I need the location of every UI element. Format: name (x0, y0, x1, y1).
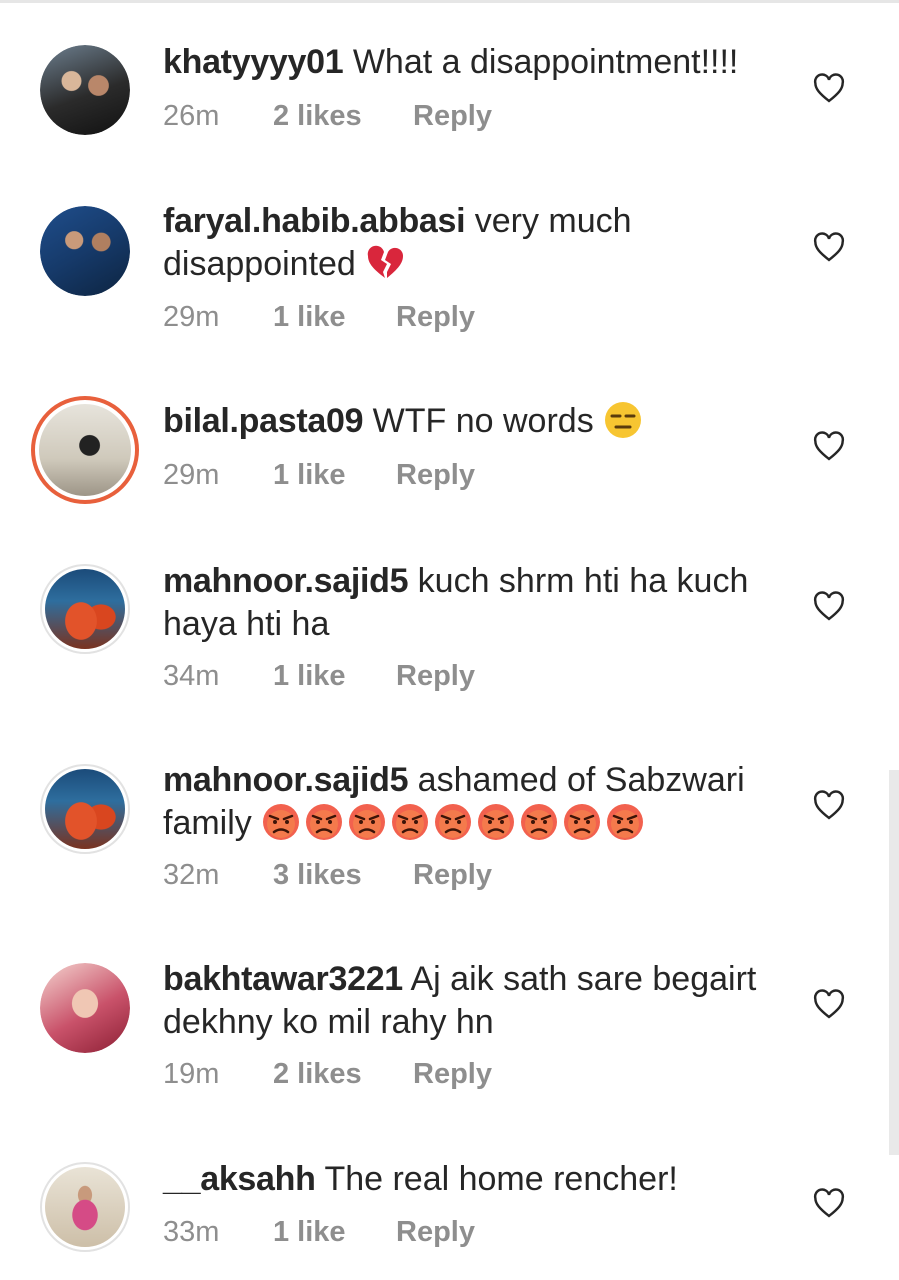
reply-button[interactable]: Reply (396, 1212, 475, 1252)
comment-username[interactable]: khatyyyy01 (163, 43, 344, 81)
comment-time: 29m (163, 459, 220, 491)
broken-heart-icon (368, 245, 404, 278)
avatar[interactable] (40, 45, 130, 135)
angry-face-icon (521, 804, 558, 840)
comment-likes[interactable]: 2 likes (273, 1054, 413, 1094)
comment-likes[interactable]: 1 like (273, 1212, 396, 1252)
top-divider (0, 0, 899, 3)
heart-outline-icon[interactable] (812, 431, 846, 461)
heart-outline-icon[interactable] (812, 591, 846, 621)
angry-face-icon (349, 804, 386, 840)
reply-button[interactable]: Reply (413, 1054, 492, 1094)
angry-face-icon (306, 804, 343, 840)
comment-username[interactable]: bilal.pasta09 (163, 402, 364, 440)
comment-time: 33m (163, 1216, 220, 1248)
heart-outline-icon[interactable] (812, 73, 846, 103)
comment-username[interactable]: __aksahh (163, 1160, 316, 1198)
comment-text: WTF no words (372, 402, 594, 440)
comment-username[interactable]: bakhtawar3221 (163, 960, 403, 998)
scrollbar-thumb[interactable] (889, 770, 899, 1155)
comment-username[interactable]: mahnoor.sajid5 (163, 761, 409, 799)
comment-text: What a disappointment!!!! (352, 43, 739, 81)
comment-time: 32m (163, 859, 220, 891)
comment-username[interactable]: mahnoor.sajid5 (163, 562, 409, 600)
comment-text: The real home rencher! (324, 1160, 678, 1198)
angry-face-icon (564, 804, 601, 840)
avatar[interactable] (40, 963, 130, 1053)
angry-emoji-row (261, 804, 648, 842)
heart-outline-icon[interactable] (812, 1188, 846, 1218)
comment-likes[interactable]: 1 like (273, 297, 396, 337)
avatar[interactable] (40, 564, 130, 654)
avatar[interactable] (40, 1162, 130, 1252)
reply-button[interactable]: Reply (396, 297, 475, 337)
comment-time: 34m (163, 660, 220, 692)
comment-likes[interactable]: 1 like (273, 656, 396, 696)
heart-outline-icon[interactable] (812, 232, 846, 262)
heart-outline-icon[interactable] (812, 790, 846, 820)
comment-likes[interactable]: 2 likes (273, 96, 413, 136)
angry-face-icon (392, 804, 429, 840)
angry-face-icon (435, 804, 472, 840)
comment-time: 26m (163, 100, 220, 132)
angry-face-icon (478, 804, 515, 840)
reply-button[interactable]: Reply (396, 455, 475, 495)
reply-button[interactable]: Reply (413, 96, 492, 136)
angry-face-icon (607, 804, 644, 840)
reply-button[interactable]: Reply (396, 656, 475, 696)
heart-outline-icon[interactable] (812, 989, 846, 1019)
reply-button[interactable]: Reply (413, 855, 492, 895)
avatar-story-ring[interactable] (31, 396, 139, 504)
expressionless-face-icon (605, 402, 642, 438)
comment-time: 29m (163, 301, 220, 333)
angry-face-icon (263, 804, 300, 840)
comment-time: 19m (163, 1058, 220, 1090)
avatar[interactable] (40, 764, 130, 854)
comment-username[interactable]: faryal.habib.abbasi (163, 202, 466, 240)
comment-likes[interactable]: 1 like (273, 455, 396, 495)
comment-likes[interactable]: 3 likes (273, 855, 413, 895)
avatar[interactable] (40, 206, 130, 296)
